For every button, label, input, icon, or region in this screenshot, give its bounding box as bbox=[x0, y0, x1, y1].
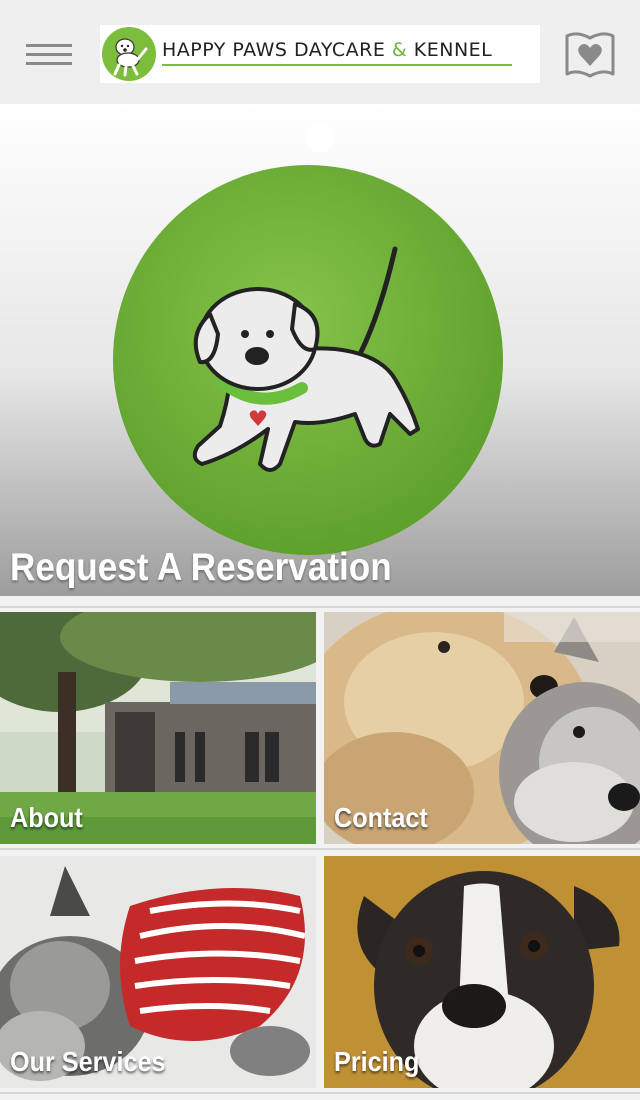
app-header: HAPPY PAWS DAYCARE & KENNEL bbox=[0, 0, 640, 104]
contact-label: Contact bbox=[334, 802, 428, 833]
our-services-tile[interactable]: Our Services bbox=[0, 856, 316, 1088]
happy-paws-dog-logo bbox=[113, 165, 503, 555]
reservation-title: Request A Reservation bbox=[10, 546, 392, 589]
divider bbox=[0, 848, 640, 850]
our-services-label: Our Services bbox=[10, 1046, 166, 1077]
about-tile[interactable]: About bbox=[0, 612, 316, 844]
page-indicator-dot bbox=[306, 124, 334, 152]
brand-ampersand: & bbox=[391, 39, 408, 61]
brand-name: HAPPY PAWS DAYCARE & KENNEL bbox=[162, 39, 493, 61]
brand-dog-icon bbox=[102, 27, 156, 81]
hamburger-menu-icon[interactable] bbox=[26, 44, 74, 66]
reservation-banner[interactable]: Request A Reservation bbox=[0, 104, 640, 596]
divider bbox=[0, 606, 640, 608]
divider bbox=[0, 1092, 640, 1094]
pricing-label: Pricing bbox=[334, 1046, 420, 1077]
book-heart-icon[interactable] bbox=[562, 26, 618, 82]
pricing-tile[interactable]: Pricing bbox=[324, 856, 640, 1088]
brand-underline bbox=[162, 64, 512, 66]
brand-logo[interactable]: HAPPY PAWS DAYCARE & KENNEL bbox=[100, 25, 540, 83]
about-label: About bbox=[10, 802, 83, 833]
contact-tile[interactable]: Contact bbox=[324, 612, 640, 844]
